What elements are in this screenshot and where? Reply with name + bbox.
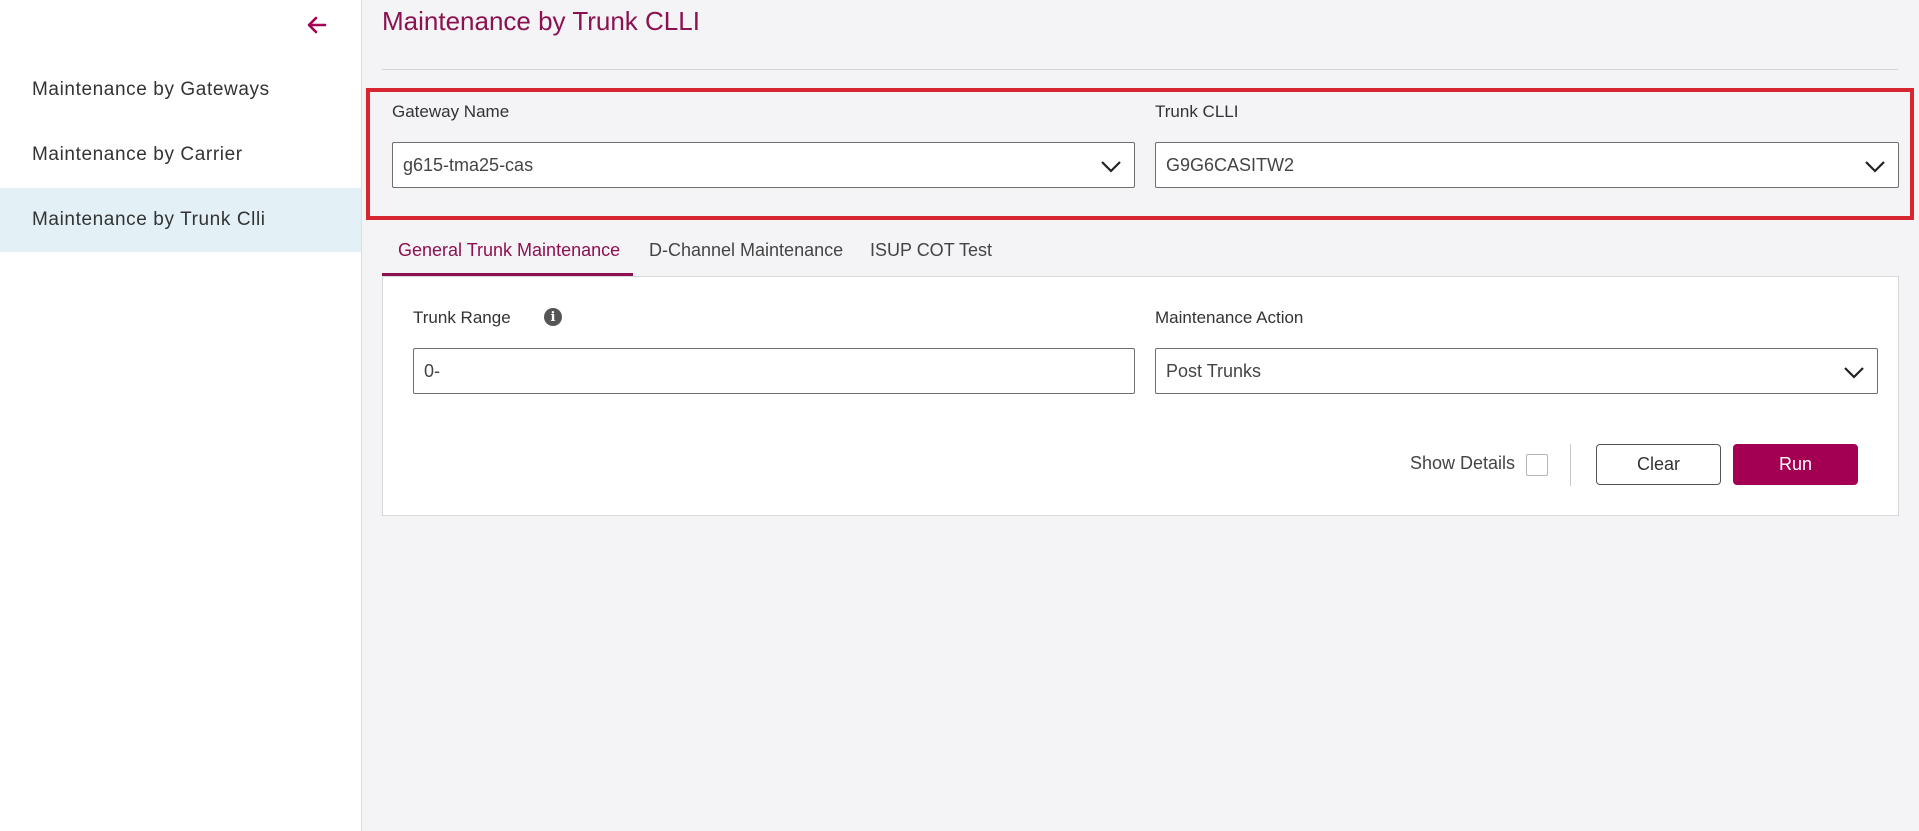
trunk-clli-value: G9G6CASITW2 (1166, 154, 1295, 175)
tab-isup-cot-test[interactable]: ISUP COT Test (870, 240, 992, 276)
info-icon[interactable]: i (544, 308, 562, 326)
maintenance-action-label: Maintenance Action (1155, 308, 1304, 327)
chevron-down-icon (1865, 161, 1885, 173)
sidebar-item-label: Maintenance by Carrier (32, 144, 243, 165)
arrow-left-icon (307, 16, 327, 34)
sidebar: Maintenance by Gateways Maintenance by C… (0, 0, 362, 831)
tab-d-channel-maintenance[interactable]: D-Channel Maintenance (649, 240, 843, 276)
show-details-checkbox[interactable] (1526, 454, 1548, 476)
sidebar-item-gateways[interactable]: Maintenance by Gateways (0, 58, 361, 122)
trunk-range-input[interactable]: 0- (413, 348, 1135, 394)
page-title: Maintenance by Trunk CLLI (382, 6, 700, 36)
trunk-range-label: Trunk Range (413, 308, 511, 327)
sidebar-item-carrier[interactable]: Maintenance by Carrier (0, 123, 361, 187)
gateway-name-value: g615-tma25-cas (403, 154, 534, 175)
app-root: Maintenance by Gateways Maintenance by C… (0, 0, 1919, 831)
tab-general-trunk-maintenance[interactable]: General Trunk Maintenance (398, 240, 620, 276)
gateway-name-select[interactable]: g615-tma25-cas (392, 142, 1135, 188)
clear-button[interactable]: Clear (1596, 444, 1721, 485)
trunk-clli-select[interactable]: G9G6CASITW2 (1155, 142, 1899, 188)
show-details-label: Show Details (1410, 453, 1516, 473)
trunk-clli-label: Trunk CLLI (1155, 102, 1239, 121)
sidebar-item-label: Maintenance by Trunk Clli (32, 209, 266, 230)
sidebar-item-label: Maintenance by Gateways (32, 79, 270, 100)
trunk-range-value: 0- (424, 360, 441, 381)
button-divider (1570, 444, 1571, 486)
maintenance-action-value: Post Trunks (1166, 360, 1262, 381)
title-divider (382, 69, 1898, 70)
chevron-down-icon (1844, 367, 1864, 379)
gateway-name-label: Gateway Name (392, 102, 510, 121)
collapse-sidebar-button[interactable] (302, 10, 332, 40)
run-button[interactable]: Run (1733, 444, 1858, 485)
maintenance-action-select[interactable]: Post Trunks (1155, 348, 1878, 394)
sidebar-item-trunk-clli[interactable]: Maintenance by Trunk Clli (0, 188, 361, 252)
chevron-down-icon (1101, 161, 1121, 173)
